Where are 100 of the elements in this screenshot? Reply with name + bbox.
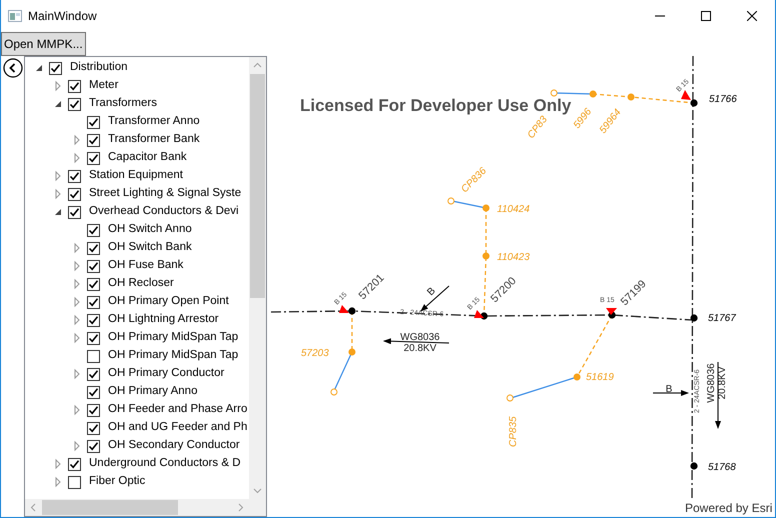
checkbox[interactable]	[87, 368, 100, 380]
layer-name: OH Recloser	[108, 276, 174, 292]
feature-label: 51619	[586, 372, 614, 383]
layer-name: OH Fuse Bank	[108, 258, 184, 274]
license-notice: Licensed For Developer Use Only	[300, 96, 572, 115]
tree-item[interactable]: Overhead Conductors & Devi	[25, 203, 249, 221]
tree-item[interactable]: OH Feeder and Phase Arro	[25, 401, 249, 419]
layer-name: Capacitor Bank	[108, 150, 187, 166]
checkbox[interactable]	[68, 458, 81, 470]
tree-item[interactable]: OH Primary MidSpan Tap	[25, 347, 249, 365]
layer-name: Transformers	[89, 96, 157, 112]
checkbox[interactable]	[87, 440, 100, 452]
checkbox[interactable]	[87, 314, 100, 326]
checkbox[interactable]	[68, 170, 81, 182]
close-icon[interactable]	[747, 11, 757, 21]
tree-item[interactable]: OH Secondary Conductor	[25, 437, 249, 455]
tree-item[interactable]: Street Lighting & Signal Syste	[25, 185, 249, 203]
tree-item[interactable]: OH Switch Anno	[25, 221, 249, 239]
layer-name: OH Switch Anno	[108, 222, 192, 238]
layer-name: OH and UG Feeder and Ph	[108, 420, 248, 436]
layer-name: OH Primary Open Point	[108, 294, 229, 310]
feature-label: 110423	[497, 252, 530, 263]
tree-item[interactable]: OH Fuse Bank	[25, 257, 249, 275]
layer-name: Street Lighting & Signal Syste	[89, 186, 242, 202]
scrollbar-thumb[interactable]	[42, 500, 178, 515]
layer-name: OH Lightning Arrestor	[108, 312, 219, 328]
checkbox[interactable]	[87, 386, 100, 398]
node-label: 51766	[709, 94, 737, 105]
pole-dot	[348, 307, 356, 315]
flow-label: 20.8KV	[717, 366, 728, 400]
horizontal-scrollbar[interactable]	[25, 499, 266, 516]
layer-name: Overhead Conductors & Devi	[89, 204, 239, 220]
checkbox[interactable]	[68, 206, 81, 218]
checkbox[interactable]	[87, 224, 100, 236]
junction-dot	[590, 90, 596, 98]
layer-name: OH Primary MidSpan Tap	[108, 330, 238, 346]
meter-icon	[506, 394, 514, 402]
scrollbar-thumb[interactable]	[250, 74, 265, 298]
tree-item[interactable]: OH Primary Anno	[25, 383, 249, 401]
layer-name: OH Feeder and Phase Arro	[108, 402, 248, 418]
checkbox[interactable]	[68, 476, 81, 488]
checkbox[interactable]	[87, 422, 100, 434]
checkbox[interactable]	[49, 62, 62, 74]
tree-item[interactable]: Station Equipment	[25, 167, 249, 185]
app-icon	[8, 10, 22, 22]
tree-item[interactable]: OH Primary Conductor	[25, 365, 249, 383]
tree-item[interactable]: OH Switch Bank	[25, 239, 249, 257]
tree-item[interactable]: Fiber Optic	[25, 473, 249, 491]
node-label: 51768	[708, 462, 736, 473]
checkbox[interactable]	[87, 260, 100, 272]
tree-item[interactable]: OH Lightning Arrestor	[25, 311, 249, 329]
checkbox[interactable]	[68, 98, 81, 110]
meter-icon	[550, 90, 558, 96]
checkbox[interactable]	[87, 278, 100, 290]
tree-item[interactable]: OH Primary MidSpan Tap	[25, 329, 249, 347]
open-mmpk-button[interactable]: Open MMPK...	[1, 32, 86, 56]
layer-name: Transformer Anno	[108, 114, 200, 130]
flow-label: WG8036	[706, 363, 717, 403]
feature-label: CP835	[508, 416, 519, 447]
junction-dot	[482, 252, 490, 260]
tree-item[interactable]: Transformer Bank	[25, 131, 249, 149]
device-icon	[606, 308, 617, 315]
feature-label: 110424	[497, 204, 530, 215]
checkbox[interactable]	[87, 350, 100, 362]
checkbox[interactable]	[87, 152, 100, 164]
tree-item[interactable]: OH Recloser	[25, 275, 249, 293]
device-icon	[474, 310, 484, 318]
checkbox[interactable]	[87, 116, 100, 128]
checkbox[interactable]	[68, 80, 81, 92]
checkbox[interactable]	[87, 242, 100, 254]
flow-label: 20.8KV	[404, 343, 436, 354]
vertical-scrollbar[interactable]	[249, 57, 266, 499]
node-label: 51767	[708, 313, 736, 324]
layer-name: OH Switch Bank	[108, 240, 192, 256]
layer-name: OH Primary Conductor	[108, 366, 224, 382]
layer-name: Station Equipment	[89, 168, 183, 184]
maximize-icon[interactable]	[701, 11, 711, 21]
checkbox[interactable]	[87, 134, 100, 146]
layer-name: Transformer Bank	[108, 132, 200, 148]
tree-item[interactable]: Meter	[25, 77, 249, 95]
pole-dot	[690, 462, 698, 470]
checkbox[interactable]	[87, 404, 100, 416]
junction-dot	[348, 348, 356, 356]
junction-dot	[628, 94, 634, 100]
feature-label: 57203	[301, 348, 329, 359]
window-title: MainWindow	[28, 8, 98, 25]
tree-item[interactable]: Transformers	[25, 95, 249, 113]
checkbox[interactable]	[87, 296, 100, 308]
tree-item[interactable]: Capacitor Bank	[25, 149, 249, 167]
collapse-icon[interactable]	[3, 58, 23, 78]
tree-item[interactable]: OH Primary Open Point	[25, 293, 249, 311]
checkbox[interactable]	[68, 188, 81, 200]
device-icon	[339, 305, 349, 313]
layer-name: Meter	[89, 78, 118, 94]
tree-item[interactable]: Distribution	[25, 59, 249, 77]
tree-item[interactable]: Transformer Anno	[25, 113, 249, 131]
checkbox[interactable]	[87, 332, 100, 344]
tree-item[interactable]: Underground Conductors & D	[25, 455, 249, 473]
layer-name: OH Primary Anno	[108, 384, 198, 400]
tree-item[interactable]: OH and UG Feeder and Ph	[25, 419, 249, 437]
